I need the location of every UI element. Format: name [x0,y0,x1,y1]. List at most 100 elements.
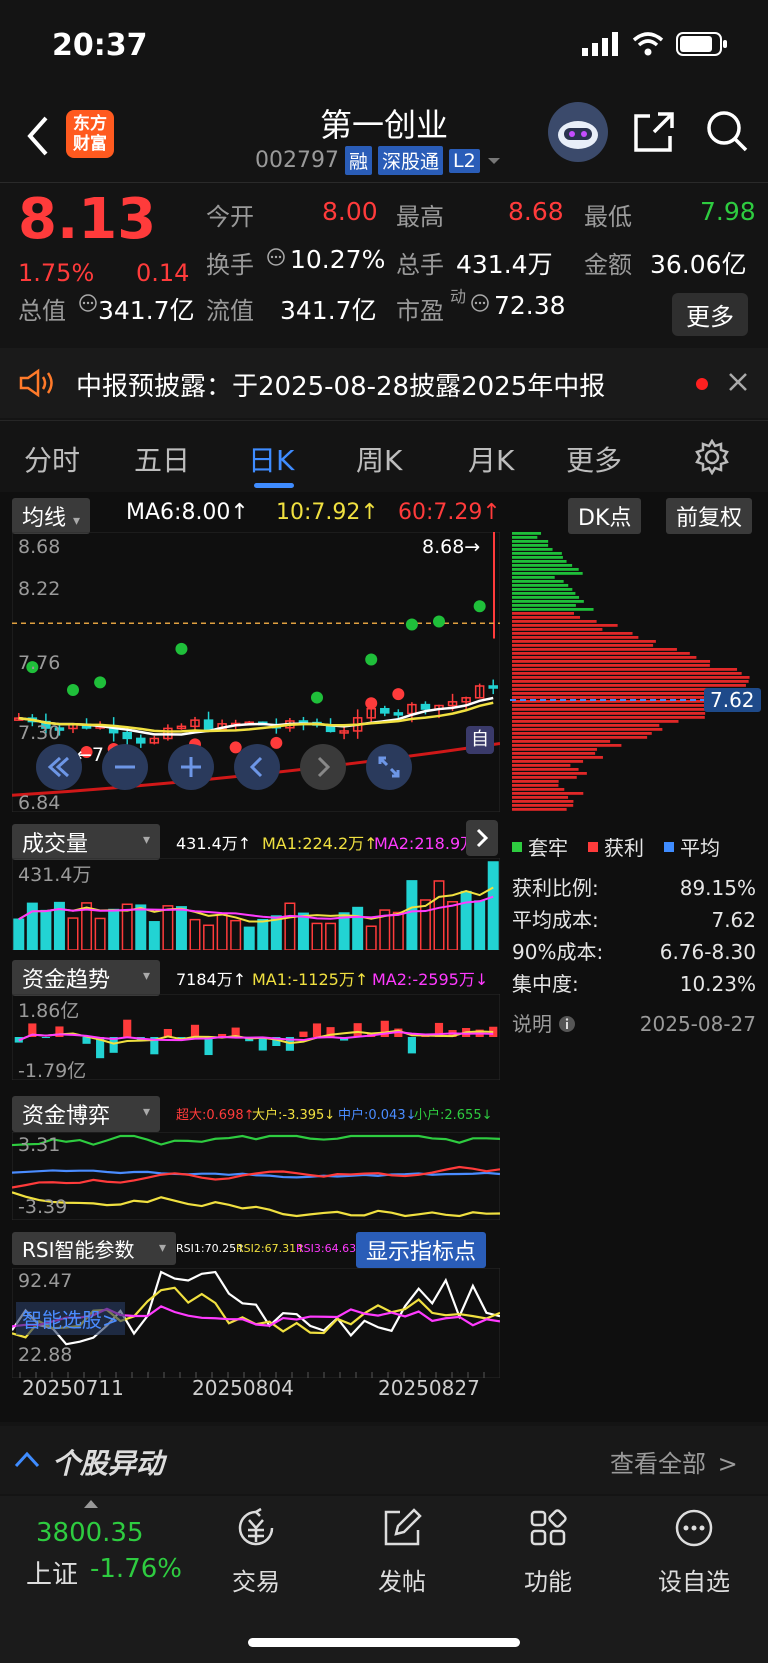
chip-stats: 获利比例: 89.15% 平均成本: 7.62 90%成本: 6.76-8.30 集中… [512,872,756,1040]
show-indicator-points-button[interactable]: 显示指标点 [356,1232,487,1268]
buy-marker [94,676,107,689]
fullscreen-button[interactable] [366,744,412,790]
chip-bar [512,772,587,775]
volume-dropdown[interactable]: 成交量 ▾ [12,824,160,860]
volume-bar [162,905,174,950]
rsi3-value: RSI3:64.63↑ [296,1242,366,1255]
tab-daily-k[interactable]: 日K [248,439,294,479]
info-dots-icon[interactable] [266,247,286,267]
scroll-left-button[interactable] [234,744,280,790]
total-mv-value: 341.7亿 [98,296,195,325]
robot-assistant-icon[interactable] [548,102,608,162]
index-value[interactable]: 3800.35 [36,1518,144,1548]
dk-point-button[interactable]: DK点 [568,498,642,534]
scroll-right-button[interactable] [300,744,346,790]
rsi-dropdown[interactable]: RSI智能参数 ▾ [12,1232,176,1265]
pe-label: 市盈 [396,297,444,325]
volume-bar [148,921,160,950]
explain-link[interactable]: 说明 [512,1008,576,1040]
low-label: 最低 [584,203,632,231]
chip-bar [512,808,567,811]
chip-bar [512,620,597,623]
zoom-out-button[interactable] [102,744,148,790]
volume-bar [216,913,228,950]
quote-panel: 8.13 1.75% 0.14 今开 8.00 最高 8.68 最低 7.98 … [0,182,768,343]
float-mv-value: 341.7亿 [280,296,377,325]
l2-tag: L2 [449,148,480,173]
speaker-icon [19,368,53,398]
fund-trend-bar [41,1037,50,1039]
fund-trend-bar [353,1023,362,1037]
chip-bar [512,656,697,659]
kline-candle [393,712,404,716]
chip-bar [512,720,679,723]
more-circle-icon [675,1509,713,1547]
ma-dropdown[interactable]: 均线 ▾ [12,498,91,534]
share-icon[interactable] [632,110,676,154]
chip-bar [512,580,564,583]
tab-more[interactable]: 更多 [566,439,622,479]
info-dots-icon[interactable] [78,293,98,313]
stock-abnormal-bar[interactable]: 个股异动 查看全部 > [0,1426,768,1494]
chip-bar [512,676,750,679]
edit-icon [384,1508,422,1546]
fund-trend-bar [312,1023,322,1037]
chip-bar [512,696,732,699]
more-quote-button[interactable]: 更多 [672,293,748,336]
view-all-link[interactable]: 查看全部 > [610,1444,738,1479]
volume-bar [13,918,25,950]
chip-bar [512,724,660,727]
y-label-4: 7.30 [18,722,61,744]
change-percent: 1.75% [18,259,95,287]
smart-pick-button[interactable]: 智能选股> [16,1302,125,1335]
fund-trend-dropdown[interactable]: 资金趋势 ▾ [12,960,160,996]
sell-marker [392,688,405,701]
stock-code-line[interactable]: 002797 融 深股通 L2 [255,146,502,175]
buy-marker [365,653,378,666]
gear-icon[interactable] [694,439,730,475]
search-icon[interactable] [704,108,750,154]
tab-five-day[interactable]: 五日 [134,439,190,479]
volume-bar [189,918,201,950]
chart-controls [36,744,412,790]
wifi-icon [632,32,664,56]
zoom-in-button[interactable] [168,744,214,790]
fund-game-small: 小户:2.655↓ [414,1108,493,1123]
fund-game-dropdown[interactable]: 资金博弈 ▾ [12,1096,160,1132]
chevron-up-icon[interactable] [14,1450,40,1468]
notice-text: 中报预披露：于2025-08-28披露2025年中报 [76,372,606,402]
kline-candle [203,719,214,731]
fund-trend-bar [204,1037,213,1056]
chip-bar [512,796,569,799]
tab-monthly-k[interactable]: 月K [468,439,514,479]
self-select-badge[interactable]: 自 [466,726,494,754]
period-tabs: 分时 五日 日K 周K 月K 更多 [0,420,768,491]
adjust-button[interactable]: 前复权 [666,498,753,534]
volume-ma1: MA1:224.2万↑ [262,834,378,853]
volume-bar [311,922,323,950]
fund-trend-ma2: MA2:-2595万↓ [372,970,489,989]
chip-bar [512,588,573,591]
stock-header: 东方财富 第一创业 002797 融 深股通 L2 [0,90,768,180]
chip-distribution [510,532,760,811]
low-value: 7.98 [700,197,756,226]
high-label: 最高 [396,203,444,231]
battery-icon [676,32,727,56]
tab-trade[interactable]: 交易 [196,1506,316,1597]
info-dots-icon[interactable] [470,293,490,313]
tab-functions[interactable]: 功能 [488,1506,608,1597]
chip-bar [512,668,738,671]
tab-weekly-k[interactable]: 周K [356,439,402,479]
close-icon[interactable] [728,372,748,392]
chip-bar [512,532,542,535]
chip-bar [512,660,711,663]
notice-bar[interactable]: 中报预披露：于2025-08-28披露2025年中报 [0,348,768,418]
fund-trend-bar [407,1037,416,1054]
rewind-button[interactable] [36,744,82,790]
system-icons [582,32,728,56]
volume-bar [419,899,431,950]
tab-intraday[interactable]: 分时 [24,439,80,479]
expand-panel-button[interactable] [466,820,498,856]
tab-watchlist[interactable]: 设自选 [634,1506,754,1597]
tab-post[interactable]: 发帖 [342,1506,462,1597]
